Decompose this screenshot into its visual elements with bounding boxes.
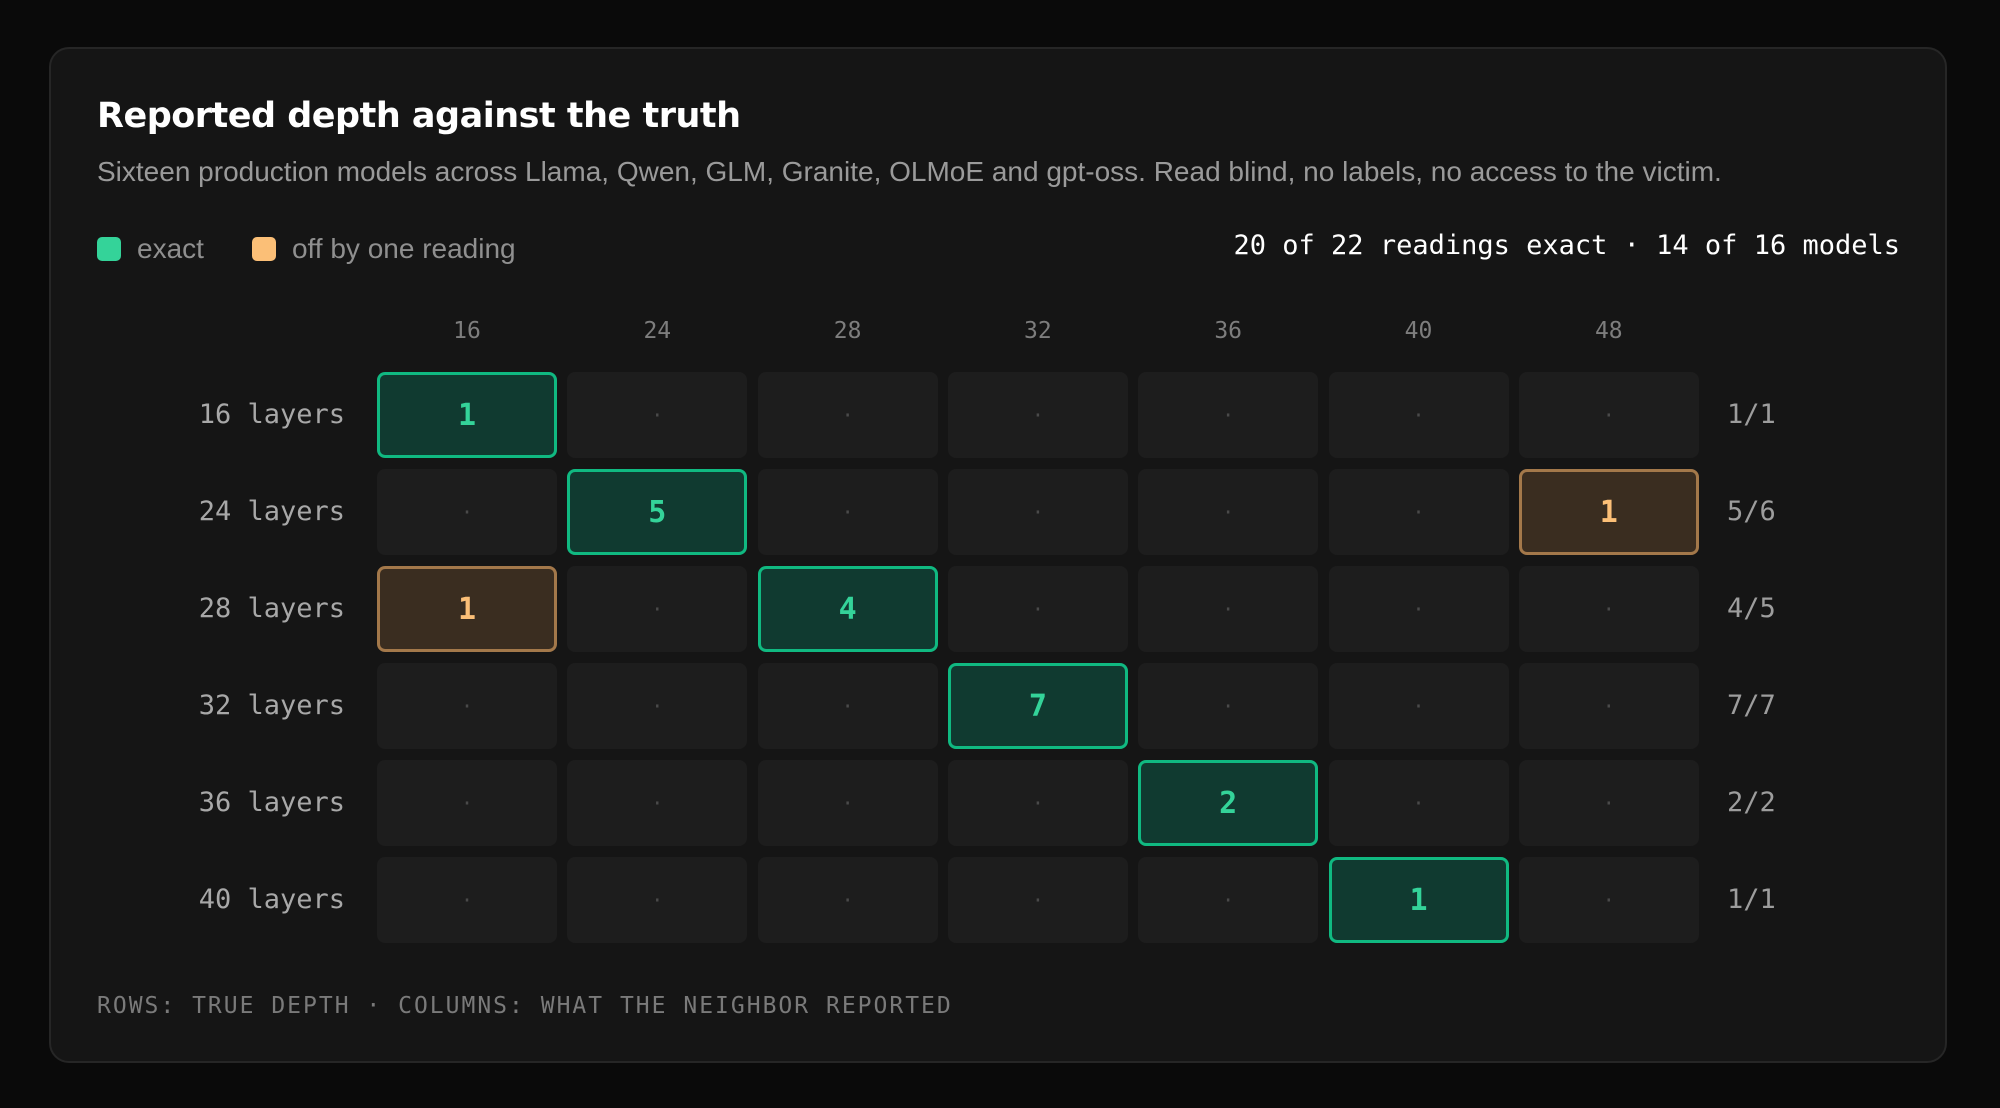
legend-item-off-by-one: off by one reading <box>251 233 516 265</box>
legend-label-exact: exact <box>137 233 204 264</box>
chart-card <box>49 47 1947 1063</box>
legend-swatch-off-by-one <box>251 237 276 261</box>
summary-stat: 20 of 22 readings exact · 14 of 16 model… <box>1233 230 1900 261</box>
legend-label-off-by-one: off by one reading <box>291 233 516 264</box>
chart-subtitle: Sixteen production models across Llama, … <box>97 156 1722 187</box>
legend-item-exact: exact <box>97 233 204 265</box>
axis-footnote: ROWS: TRUE DEPTH · COLUMNS: WHAT THE NEI… <box>97 993 953 1019</box>
chart-title: Reported depth against the truth <box>97 96 741 136</box>
legend: exact off by one reading <box>97 232 564 266</box>
legend-swatch-exact <box>97 237 121 261</box>
